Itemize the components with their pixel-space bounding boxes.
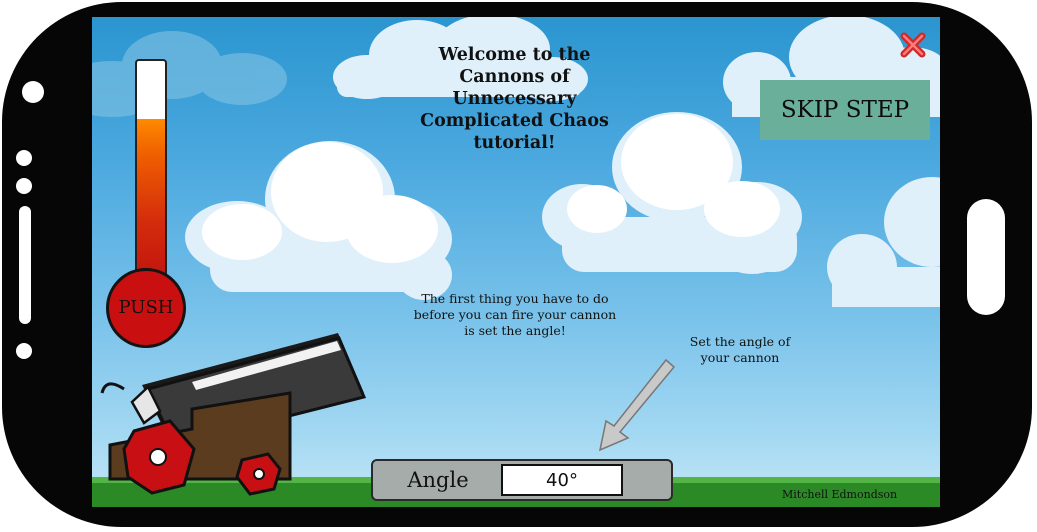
home-button — [967, 199, 1005, 315]
angle-hint-text: Set the angle of your cannon — [689, 334, 791, 365]
credit-text: Mitchell Edmondson — [782, 488, 898, 501]
skip-step-button[interactable]: SKIP STEP — [760, 80, 930, 140]
side-button — [16, 343, 32, 359]
side-button — [16, 178, 32, 194]
power-meter — [135, 59, 167, 293]
power-meter-fill — [137, 118, 165, 291]
cloud — [827, 177, 940, 307]
pointer-arrow-icon — [598, 358, 676, 452]
angle-input[interactable] — [501, 464, 623, 496]
side-slider — [19, 206, 31, 324]
push-button[interactable]: PUSH — [106, 268, 186, 348]
angle-label: Angle — [407, 468, 469, 492]
cloud — [92, 31, 287, 117]
game-screen: PUSH Welcome to the Cannons of Unnecessa… — [92, 17, 940, 507]
side-button — [22, 81, 44, 103]
close-x-icon[interactable] — [898, 30, 928, 60]
cannon — [100, 333, 367, 496]
angle-control: Angle — [371, 459, 673, 501]
tutorial-title: Welcome to the Cannons of Unnecessary Co… — [420, 45, 609, 153]
instruction-text: The first thing you have to do before yo… — [413, 291, 617, 338]
side-button — [16, 150, 32, 166]
